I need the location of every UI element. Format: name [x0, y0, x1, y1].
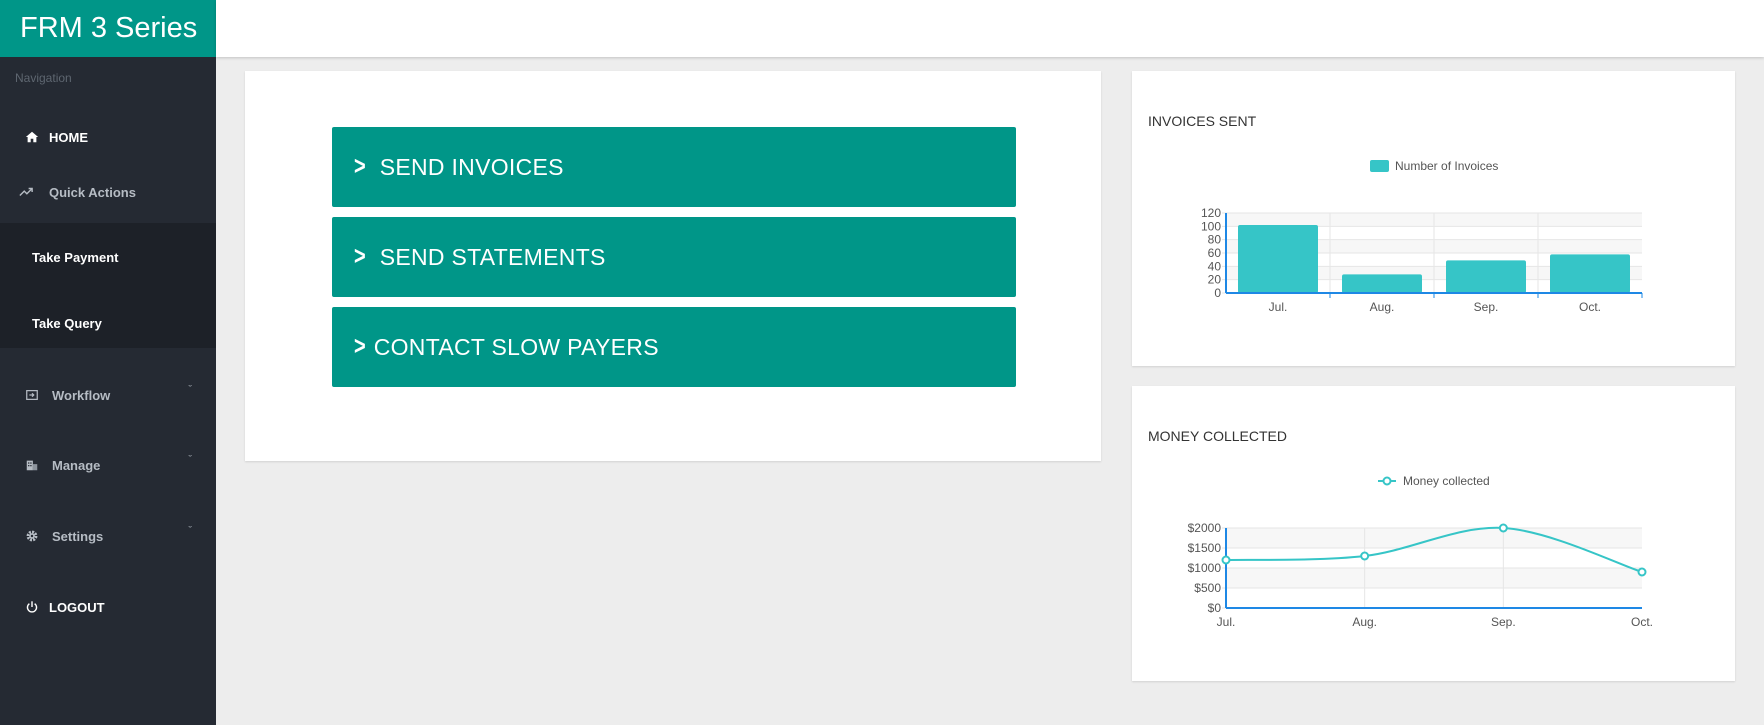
- x-tick-label: Jul.: [1217, 615, 1236, 629]
- sidebar-item-quick-actions[interactable]: Quick Actions: [0, 167, 216, 217]
- y-tick-label: $1500: [1188, 541, 1222, 555]
- send-statements-button[interactable]: > SEND STATEMENTS: [332, 217, 1016, 297]
- x-tick-label: Oct.: [1579, 300, 1601, 314]
- power-icon: [24, 599, 40, 615]
- sidebar-item-label: Quick Actions: [49, 184, 136, 200]
- data-point: [1360, 551, 1370, 561]
- y-tick-label: 60: [1208, 246, 1222, 260]
- quick-actions-submenu: Take Payment Take Query: [0, 223, 216, 348]
- top-bar: [216, 0, 1764, 57]
- legend-marker: [1382, 476, 1392, 486]
- sidebar-item-logout[interactable]: LOGOUT: [0, 582, 216, 632]
- y-tick-label: 0: [1214, 286, 1221, 300]
- legend-label: Number of Invoices: [1395, 159, 1498, 173]
- money-chart-panel: MONEY COLLECTED $0 $500 $1000 $1500 $2000 Mon…: [1132, 386, 1735, 681]
- sidebar-subitem-take-query[interactable]: Take Query: [32, 316, 102, 331]
- app-title[interactable]: FRM 3 Series: [0, 0, 216, 57]
- trending-up-icon: [18, 184, 34, 200]
- bar: [1238, 225, 1318, 293]
- money-chart: $0 $500 $1000 $1500 $2000 Money collected Jul.…: [1188, 474, 1653, 629]
- button-label: CONTACT SLOW PAYERS: [373, 333, 659, 360]
- y-tick-label: 80: [1208, 233, 1222, 247]
- data-point: [1498, 523, 1508, 533]
- send-invoices-button[interactable]: > SEND INVOICES: [332, 127, 1016, 207]
- y-tick-label: $2000: [1188, 521, 1222, 535]
- grid-band: [1226, 568, 1642, 588]
- y-tick-label: 40: [1208, 259, 1222, 273]
- data-point: [1637, 567, 1647, 577]
- sidebar-item-label: Manage: [52, 457, 101, 473]
- legend-swatch: [1370, 160, 1389, 172]
- invoices-chart: 020406080100120 Number of Invoices Jul. Aug…: [1201, 159, 1643, 314]
- y-tick-label: $1000: [1188, 561, 1222, 575]
- button-label: SEND STATEMENTS: [379, 243, 606, 270]
- x-tick-label: Aug.: [1370, 300, 1395, 314]
- x-tick-label: Sep.: [1491, 615, 1516, 629]
- sidebar-item-label: HOME: [49, 129, 88, 145]
- y-tick-label: 100: [1201, 219, 1221, 233]
- bar: [1342, 274, 1422, 293]
- y-tick-label: $0: [1208, 601, 1222, 615]
- nav-heading: Navigation: [15, 71, 72, 85]
- chevron-down-icon: ˇ: [188, 384, 192, 396]
- y-tick-label: 20: [1208, 273, 1222, 287]
- button-label: SEND INVOICES: [379, 153, 564, 180]
- sidebar: Navigation HOME Quick Actions Take Payme…: [0, 57, 216, 725]
- chevron-right-icon: >: [354, 242, 366, 271]
- sidebar-item-manage[interactable]: Manage ˇ: [0, 440, 216, 490]
- y-tick-label: $500: [1194, 581, 1221, 595]
- sidebar-item-home[interactable]: HOME: [0, 112, 216, 162]
- sidebar-subitem-take-payment[interactable]: Take Payment: [32, 250, 118, 265]
- chevron-down-icon: ˇ: [188, 454, 192, 466]
- data-point: [1221, 555, 1231, 565]
- x-tick-label: Jul.: [1269, 300, 1288, 314]
- chevron-right-icon: >: [354, 152, 366, 181]
- sidebar-item-label: LOGOUT: [49, 599, 105, 615]
- sidebar-item-label: Settings: [52, 528, 104, 544]
- x-tick-label: Oct.: [1631, 615, 1653, 629]
- chevron-down-icon: ˇ: [188, 525, 192, 537]
- login-box-icon: [24, 387, 40, 403]
- chevron-right-icon: >: [354, 332, 366, 361]
- home-icon: [24, 129, 40, 145]
- contact-slow-payers-button[interactable]: > CONTACT SLOW PAYERS: [332, 307, 1016, 387]
- y-tick-label: 120: [1201, 206, 1221, 220]
- gear-icon: [24, 528, 40, 544]
- x-tick-label: Sep.: [1474, 300, 1499, 314]
- sidebar-item-label: Workflow: [52, 387, 111, 403]
- sidebar-item-settings[interactable]: Settings ˇ: [0, 511, 216, 561]
- legend-label: Money collected: [1403, 474, 1490, 488]
- sidebar-item-workflow[interactable]: Workflow ˇ: [0, 370, 216, 420]
- bar: [1446, 260, 1526, 293]
- invoices-chart-panel: INVOICES SENT 0 20 40 60 80 100 120 Number of I…: [1132, 71, 1735, 366]
- x-tick-label: Aug.: [1352, 615, 1377, 629]
- bar: [1550, 254, 1630, 293]
- actions-panel: > SEND INVOICES > SEND STATEMENTS > CONT…: [245, 71, 1101, 461]
- building-icon: [24, 457, 40, 473]
